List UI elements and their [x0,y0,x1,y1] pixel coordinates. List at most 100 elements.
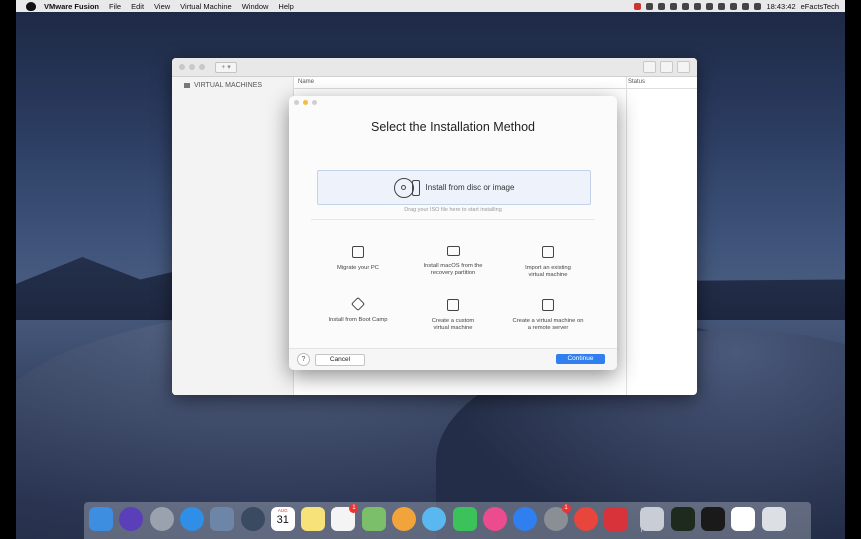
bootcamp-option[interactable]: Install from Boot Camp [310,296,406,324]
bootcamp-icon [350,296,366,312]
battery-icon[interactable] [754,2,762,10]
window-titlebar: + ▾ [172,58,697,77]
column-status[interactable]: Status [628,79,645,85]
minimize-button[interactable] [303,100,308,105]
check-icon[interactable] [718,2,726,10]
wifi-icon[interactable] [730,2,738,10]
chrome-icon[interactable] [573,507,598,531]
clock[interactable]: 18:43:42 [766,2,795,11]
safari-icon[interactable] [179,507,204,531]
dialog-window-controls [294,100,317,105]
dialog-footer: ? Cancel Continue [289,348,617,370]
search-icon[interactable] [677,61,690,73]
menu-edit[interactable]: Edit [131,2,144,11]
menu-virtual-machine[interactable]: Virtual Machine [180,2,232,11]
facetime-icon[interactable] [452,507,477,531]
install-macos-recovery-option[interactable]: Install macOS from the recovery partitio… [405,246,501,277]
help-button[interactable]: ? [297,353,310,366]
install-from-disc-label: Install from disc or image [425,183,515,192]
activity-monitor-icon[interactable] [670,507,695,531]
monitor-icon [184,82,190,88]
itunes-icon[interactable] [482,507,507,531]
minimize-button[interactable] [189,64,195,70]
remote-server-icon [542,299,554,311]
calendar-icon[interactable]: AUG 31 [270,507,295,531]
vmware-fusion-icon[interactable] [604,507,629,531]
column-name[interactable]: Name [298,79,314,85]
migrate-pc-option[interactable]: Migrate your PC [310,246,406,272]
zoom-button[interactable] [199,64,205,70]
menu-help[interactable]: Help [278,2,293,11]
library-sidebar: VIRTUAL MACHINES [172,77,294,395]
dialog-title: Select the Installation Method [371,120,535,134]
maps-icon[interactable] [361,507,386,531]
disc-icon [393,177,414,198]
script-editor-icon[interactable] [640,507,665,531]
menu-file[interactable]: File [109,2,121,11]
option-label: Import an existing [525,265,571,271]
user-name[interactable]: eFactsTech [801,2,839,11]
record-icon[interactable] [646,2,654,10]
menu-bar: VMware Fusion File Edit View Virtual Mac… [16,0,845,12]
notes-icon[interactable] [301,507,326,531]
option-label: Install macOS from the [423,263,483,269]
close-button[interactable] [179,64,185,70]
calendar-month: AUG [277,508,288,513]
shield-icon[interactable] [682,2,690,10]
column-headers: Name Status [294,77,697,89]
sidebar-header: VIRTUAL MACHINES [172,77,293,90]
option-label: a remote server [527,325,569,331]
import-vm-icon [542,246,554,258]
menu-window[interactable]: Window [242,2,269,11]
window-controls [179,64,205,70]
finder-sync-icon[interactable] [658,2,666,10]
dock: AUG 31 1 1 [84,502,811,539]
terminal-icon[interactable] [701,507,725,531]
menu-view[interactable]: View [154,2,170,11]
toolbar-right [643,61,690,73]
custom-vm-option[interactable]: Create a custom virtual machine [405,299,501,332]
option-label: virtual machine [433,325,473,331]
app-store-icon[interactable] [513,507,538,531]
notification-badge: 1 [349,504,359,513]
play-icon[interactable] [643,61,656,73]
app-menu[interactable]: VMware Fusion [44,2,99,11]
installation-method-dialog: Select the Installation Method Install f… [289,96,617,370]
heart-icon[interactable] [694,2,702,10]
finder-icon[interactable] [89,507,113,531]
circle-icon[interactable] [670,2,678,10]
volume-icon[interactable] [742,2,750,10]
add-vm-button[interactable]: + ▾ [215,61,237,73]
option-label: virtual machine [528,272,568,278]
close-button[interactable] [294,100,299,105]
custom-vm-icon [447,299,459,311]
system-preferences-icon[interactable]: 1 [543,504,571,531]
siri-icon[interactable] [119,507,144,531]
column-divider [626,77,627,395]
messages-icon[interactable] [422,507,447,531]
snapshot-icon[interactable] [660,61,673,73]
continue-button[interactable]: Continue [556,354,605,364]
remote-server-option[interactable]: Create a virtual machine on a remote ser… [500,299,596,332]
calendar-day: 31 [276,514,289,526]
photos-icon[interactable] [392,507,416,531]
notification-badge: 1 [561,504,571,513]
launchpad-icon[interactable] [149,507,174,531]
desktop-stack-icon[interactable] [731,507,756,531]
clock-icon[interactable] [706,2,714,10]
apple-icon[interactable] [26,1,36,11]
import-vm-option[interactable]: Import an existing virtual machine [500,246,596,279]
quicktime-icon[interactable] [240,507,265,531]
option-label: Migrate your PC [337,265,379,271]
monitor-arrow-icon [352,246,364,258]
cancel-button[interactable]: Cancel [315,354,365,366]
preview-icon[interactable] [210,507,235,531]
install-from-disc-option[interactable]: Install from disc or image [317,170,591,205]
option-label: Create a virtual machine on [512,318,584,324]
laptop-icon [446,246,460,256]
option-label: recovery partition [430,270,476,276]
reminders-icon[interactable]: 1 [331,504,359,531]
vmware-icon[interactable] [634,2,642,10]
trash-icon[interactable] [761,507,786,531]
zoom-button[interactable] [312,100,317,105]
